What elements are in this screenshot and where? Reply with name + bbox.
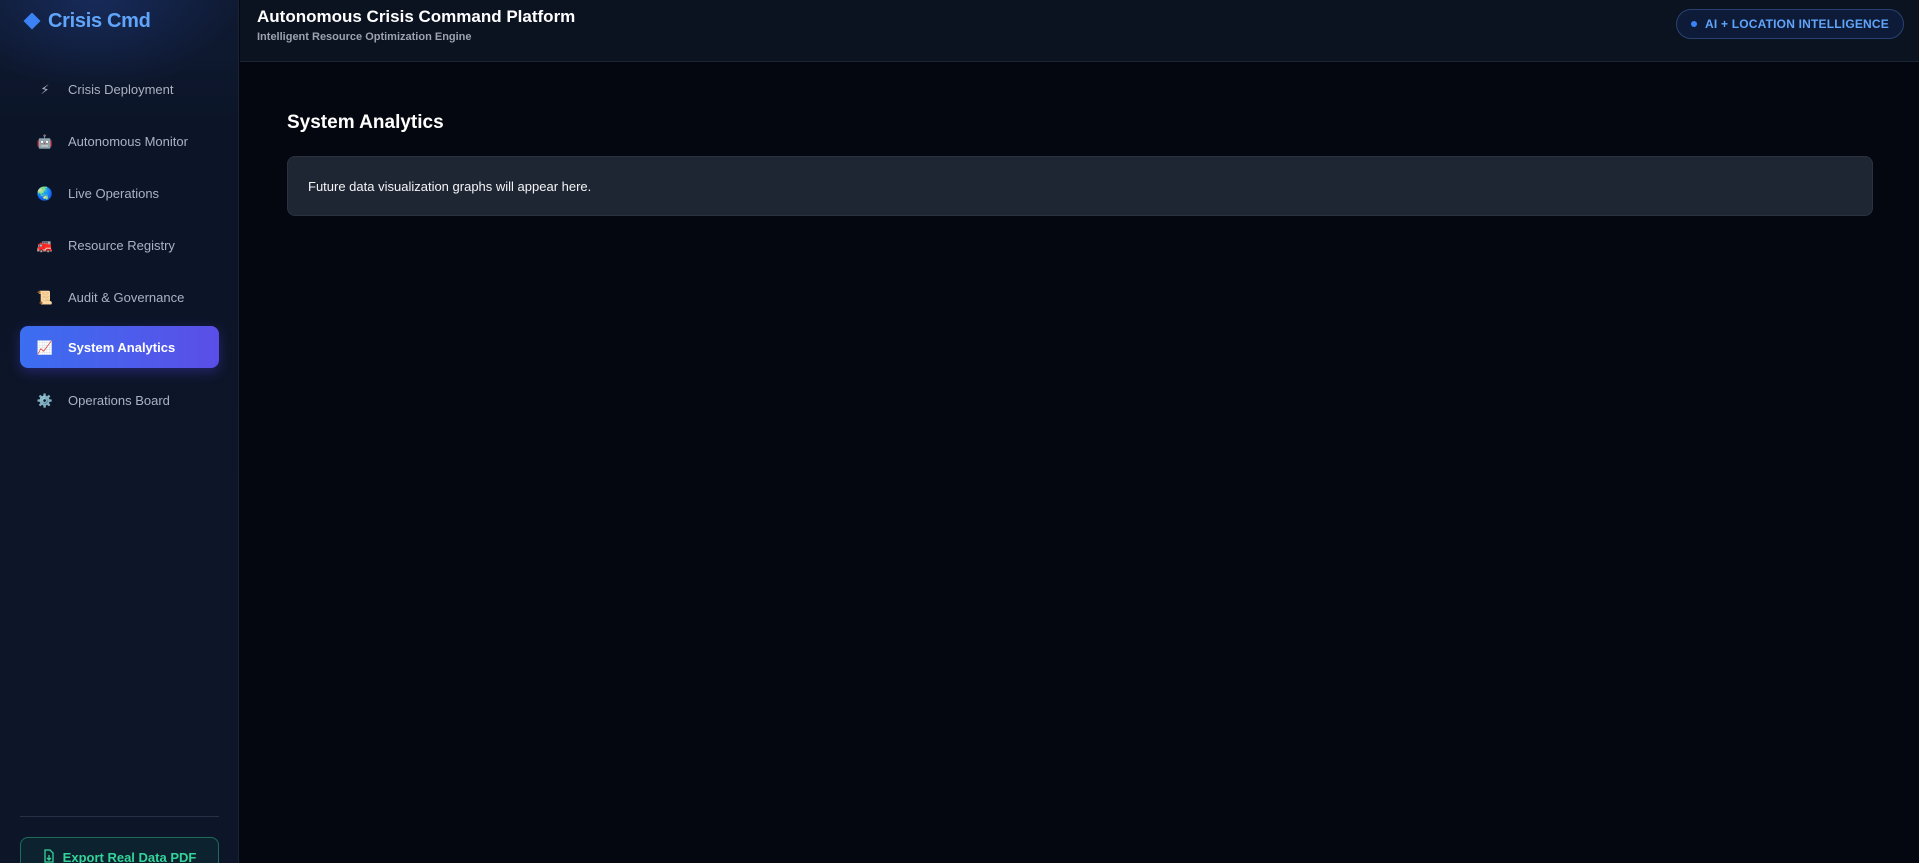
sidebar-item-audit-governance[interactable]: 📜 Audit & Governance bbox=[20, 276, 219, 318]
brand-logo[interactable]: Crisis Cmd bbox=[23, 8, 151, 34]
sidebar-item-system-analytics[interactable]: 📈 System Analytics bbox=[20, 326, 219, 368]
placeholder-text: Future data visualization graphs will ap… bbox=[308, 178, 592, 194]
sidebar-item-label: Resource Registry bbox=[68, 237, 175, 253]
file-export-icon bbox=[43, 848, 55, 863]
sidebar-item-autonomous-monitor[interactable]: 🤖 Autonomous Monitor bbox=[20, 120, 219, 162]
sidebar-item-crisis-deployment[interactable]: ⚡ Crisis Deployment bbox=[20, 68, 219, 110]
brand-name: Crisis Cmd bbox=[48, 9, 151, 32]
robot-icon: 🤖 bbox=[36, 133, 54, 149]
top-header: Autonomous Crisis Command Platform Intel… bbox=[240, 0, 1919, 62]
sidebar-divider bbox=[20, 816, 219, 817]
sidebar-item-label: Live Operations bbox=[68, 185, 160, 201]
status-dot-icon bbox=[1691, 21, 1698, 27]
app-root: Crisis Cmd ⚡ Crisis Deployment 🤖 Autonom… bbox=[0, 0, 1919, 863]
sidebar-item-label: Operations Board bbox=[68, 392, 170, 408]
sidebar-item-label: Audit & Governance bbox=[68, 289, 185, 305]
sidebar-item-label: Crisis Deployment bbox=[68, 81, 174, 97]
scroll-icon: 📜 bbox=[36, 289, 54, 305]
sidebar-item-resource-registry[interactable]: 🚒 Resource Registry bbox=[20, 224, 219, 266]
platform-subtitle: Intelligent Resource Optimization Engine bbox=[257, 31, 472, 43]
sidebar-item-live-operations[interactable]: 🌏 Live Operations bbox=[20, 172, 219, 214]
sidebar-item-operations-board[interactable]: ⚙️ Operations Board bbox=[20, 379, 219, 421]
gear-icon: ⚙️ bbox=[36, 392, 54, 408]
platform-title: Autonomous Crisis Command Platform bbox=[257, 7, 576, 26]
globe-icon: 🌏 bbox=[36, 185, 54, 201]
export-pdf-button[interactable]: Export Real Data PDF bbox=[20, 837, 219, 863]
export-pdf-label: Export Real Data PDF bbox=[62, 849, 197, 863]
sidebar: Crisis Cmd ⚡ Crisis Deployment 🤖 Autonom… bbox=[0, 0, 239, 863]
fire-engine-icon: 🚒 bbox=[36, 237, 54, 253]
status-badge-label: AI + LOCATION INTELLIGENCE bbox=[1705, 17, 1889, 31]
lightning-icon: ⚡ bbox=[40, 81, 50, 97]
diamond-icon bbox=[23, 12, 41, 30]
page-title: System Analytics bbox=[287, 112, 444, 133]
sidebar-item-label: System Analytics bbox=[68, 339, 176, 355]
status-badge: AI + LOCATION INTELLIGENCE bbox=[1676, 9, 1904, 39]
chart-icon: 📈 bbox=[36, 339, 54, 355]
sidebar-item-label: Autonomous Monitor bbox=[68, 133, 188, 149]
analytics-placeholder-card: Future data visualization graphs will ap… bbox=[287, 156, 1873, 216]
main-content: System Analytics Future data visualizati… bbox=[240, 63, 1919, 863]
